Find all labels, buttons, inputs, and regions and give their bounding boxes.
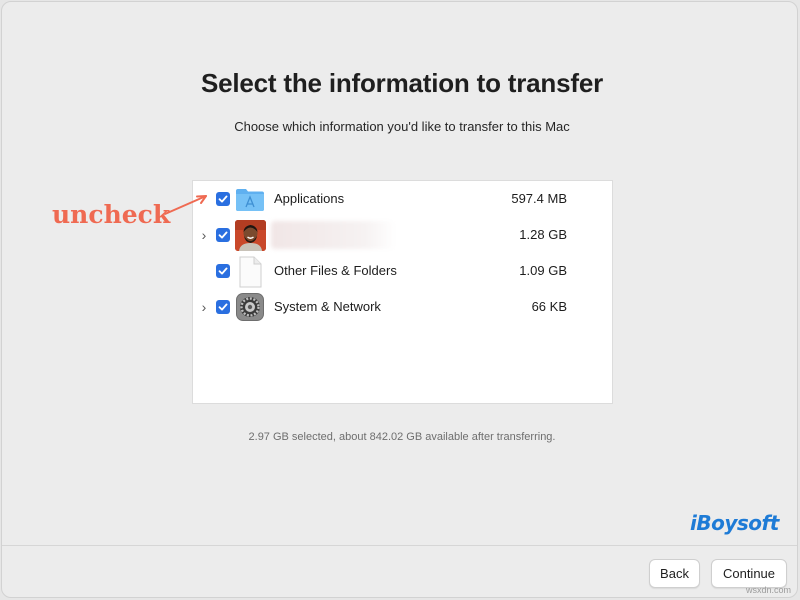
- item-size: 597.4 MB: [511, 191, 567, 206]
- annotation-label: uncheck: [52, 200, 171, 229]
- item-label: Other Files & Folders: [274, 263, 397, 278]
- annotation-arrow-icon: [164, 195, 207, 215]
- item-label: Applications: [274, 191, 345, 206]
- page-title: Select the information to transfer: [200, 68, 604, 98]
- continue-button[interactable]: Continue: [711, 559, 787, 588]
- list-item-other-files: Other Files & Folders 1.09 GB: [193, 253, 612, 289]
- page-subtitle: Choose which information you'd like to t…: [234, 119, 570, 134]
- list-item-user-account: › 1.28 GB: [193, 217, 612, 253]
- selection-summary: 2.97 GB selected, about 842.02 GB availa…: [248, 431, 556, 443]
- applications-checkbox[interactable]: [216, 192, 230, 206]
- item-size: 1.09 GB: [519, 263, 567, 278]
- other-files-checkbox[interactable]: [216, 264, 230, 278]
- transfer-items-list: Applications 597.4 MB › 1.28 GB Other Fi…: [192, 180, 613, 404]
- user-account-checkbox[interactable]: [216, 228, 230, 242]
- migration-assistant-window: Select the information to transfer Choos…: [1, 1, 798, 598]
- expand-chevron-icon[interactable]: ›: [197, 298, 211, 316]
- footer-divider: [2, 545, 797, 546]
- gear-icon: [235, 292, 265, 322]
- applications-folder-icon: [235, 184, 265, 214]
- item-size: 1.28 GB: [519, 227, 567, 242]
- item-label: System & Network: [274, 299, 381, 314]
- list-item-applications: Applications 597.4 MB: [193, 181, 612, 217]
- back-button[interactable]: Back: [649, 559, 700, 588]
- system-network-checkbox[interactable]: [216, 300, 230, 314]
- expand-chevron-icon[interactable]: ›: [197, 226, 211, 244]
- document-icon: [235, 256, 265, 288]
- user-avatar: [235, 220, 266, 251]
- watermark: wsxdn.com: [745, 585, 791, 595]
- list-item-system-network: › System & Network 66 KB: [193, 289, 612, 325]
- redacted-user-name: [271, 221, 396, 249]
- brand-logo: iBoysoft: [690, 511, 779, 535]
- item-size: 66 KB: [531, 299, 567, 314]
